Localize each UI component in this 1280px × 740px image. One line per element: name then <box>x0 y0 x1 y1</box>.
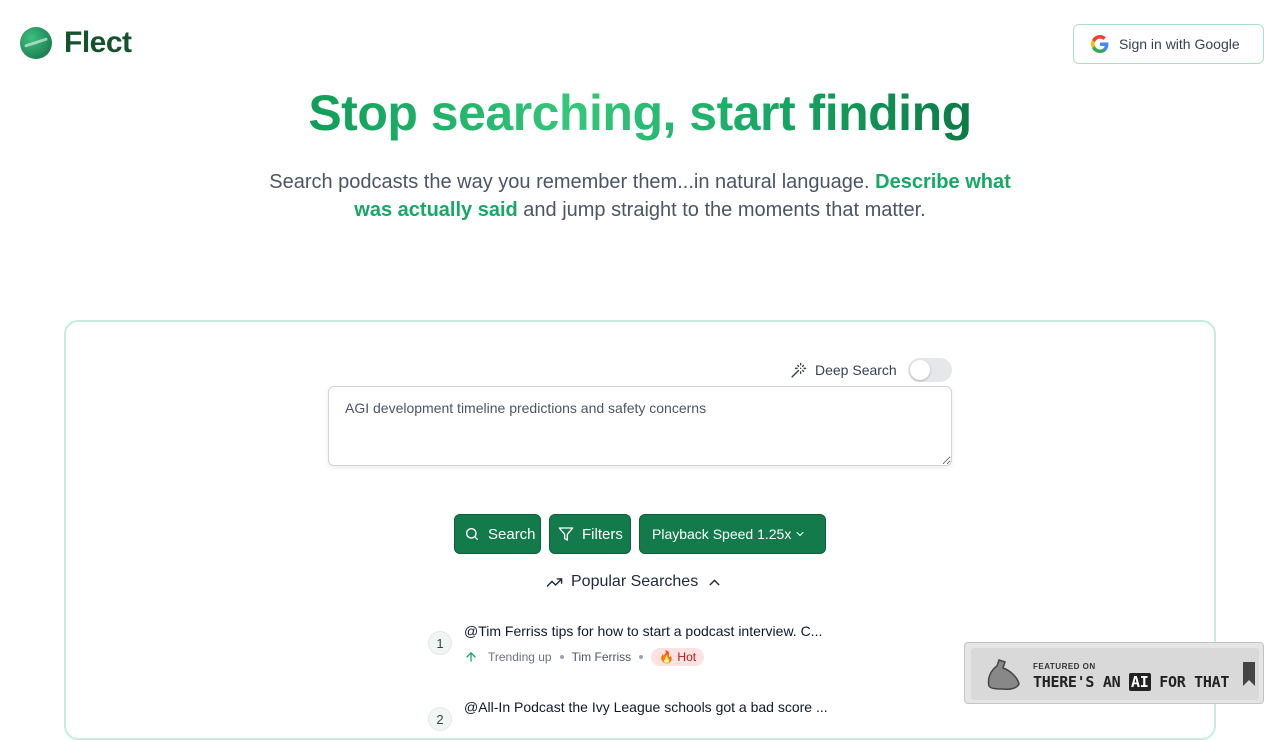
badge-inner: FEATURED ON THERE'S AN AI FOR THAT <box>971 648 1259 700</box>
search-icon <box>466 528 478 540</box>
popular-search-title[interactable]: @Tim Ferriss tips for how to start a pod… <box>464 623 822 639</box>
google-signin-button[interactable]: Sign in with Google <box>1073 24 1264 64</box>
playback-speed-label: Playback Speed 1.25x <box>652 526 792 542</box>
popular-search-title[interactable]: @All-In Podcast the Ivy League schools g… <box>464 699 828 715</box>
rank-badge: 2 <box>428 707 452 731</box>
rank-badge: 1 <box>428 631 452 655</box>
toggle-knob <box>910 360 930 380</box>
theres-an-ai-for-that-badge[interactable]: FEATURED ON THERE'S AN AI FOR THAT <box>964 642 1264 704</box>
hero-title: Stop searching, start finding <box>0 84 1280 142</box>
filters-button-label: Filters <box>582 525 623 543</box>
filters-button[interactable]: Filters <box>549 514 631 554</box>
playback-speed-select[interactable]: Playback Speed 1.25x <box>639 514 826 554</box>
popular-search-item[interactable]: 1 @Tim Ferriss tips for how to start a p… <box>428 620 888 670</box>
separator-dot <box>559 655 564 659</box>
hero-subtitle: Search podcasts the way you remember the… <box>265 168 1015 224</box>
search-button[interactable]: Search <box>454 514 541 554</box>
logo-text: Flect <box>64 26 132 59</box>
search-query-input[interactable]: AGI development timeline predictions and… <box>328 386 952 466</box>
logo-mark-icon <box>20 27 52 59</box>
popular-search-meta: Trending up Tim Ferriss 🔥 Hot <box>464 648 705 666</box>
google-icon <box>1091 35 1109 53</box>
flexed-arm-icon <box>987 659 1020 690</box>
signin-label: Sign in with Google <box>1119 36 1240 52</box>
badge-main-text: THERE'S AN AI FOR THAT <box>1033 673 1229 691</box>
badge-text-pre: THERE'S AN <box>1033 673 1130 691</box>
filter-icon <box>558 527 574 541</box>
logo[interactable]: Flect <box>20 26 132 60</box>
badge-text-ai: AI <box>1129 673 1151 691</box>
popular-searches-toggle[interactable]: Popular Searches <box>546 570 723 594</box>
subtitle-pre: Search podcasts the way you remember the… <box>269 171 876 193</box>
trending-up-icon <box>546 577 563 587</box>
trend-label: Trending up <box>488 650 552 664</box>
header: Flect Sign in with Google <box>0 0 1280 86</box>
search-button-label: Search <box>488 525 536 543</box>
chevron-down-icon <box>796 532 804 537</box>
popular-search-item[interactable]: 2 @All-In Podcast the Ivy League schools… <box>428 696 888 731</box>
deep-search-label-group: Deep Search <box>790 358 897 382</box>
badge-featured-text: FEATURED ON <box>1033 662 1096 671</box>
hero-title-text: Stop searching, start finding <box>308 85 972 141</box>
deep-search-toggle[interactable] <box>908 358 952 382</box>
arrow-up-icon <box>466 652 476 662</box>
chevron-up-icon <box>709 578 720 585</box>
magic-wand-icon <box>791 362 807 378</box>
separator-dot <box>639 655 644 659</box>
deep-search-label: Deep Search <box>815 362 897 378</box>
badge-text-post: FOR THAT <box>1150 673 1230 691</box>
author-name: Tim Ferriss <box>571 650 632 664</box>
hot-badge: 🔥 Hot <box>651 648 705 666</box>
subtitle-post: and jump straight to the moments that ma… <box>517 199 926 221</box>
popular-searches-heading: Popular Searches <box>571 573 699 590</box>
bookmark-icon <box>1243 662 1255 686</box>
